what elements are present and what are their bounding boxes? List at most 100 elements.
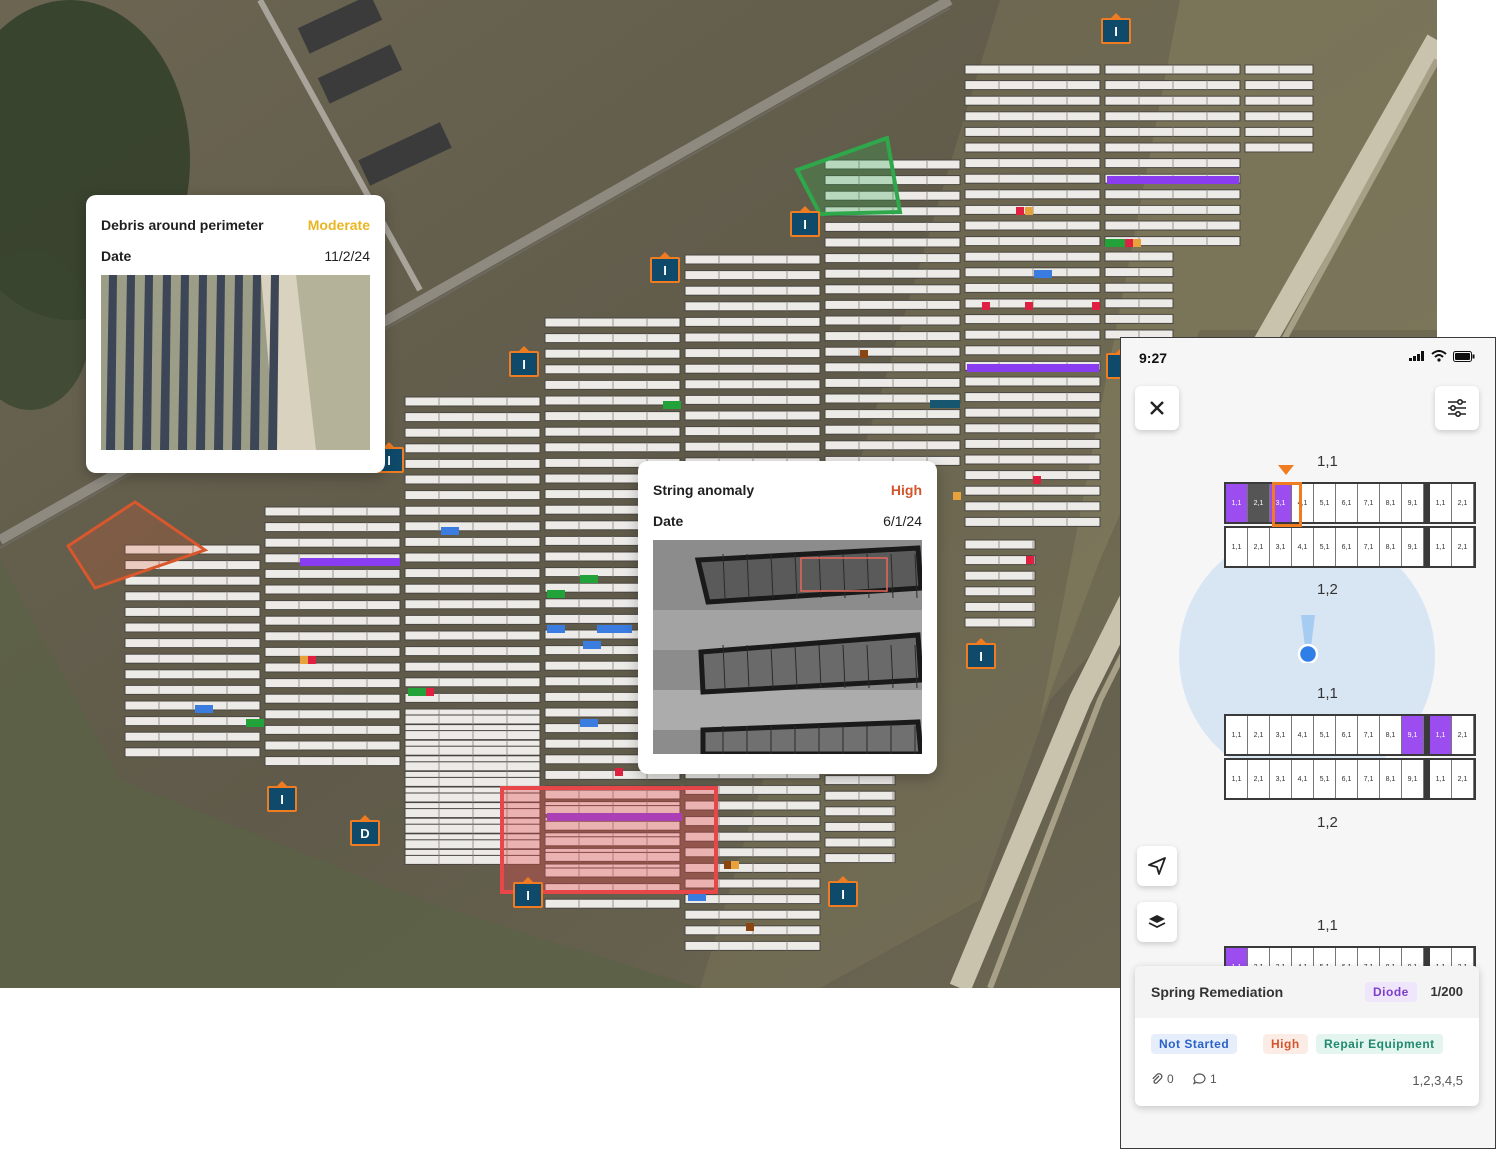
drone-marker[interactable]: D: [350, 815, 380, 846]
defect-marker[interactable]: [1107, 176, 1239, 184]
panel-row[interactable]: 1,12,13,14,15,16,17,18,19,11,12,1: [1224, 714, 1476, 756]
panel-cell[interactable]: 1,1: [1226, 760, 1248, 798]
panel-cell[interactable]: 4,1: [1292, 716, 1314, 754]
task-card[interactable]: Spring Remediation Diode 1/200 Not Start…: [1135, 966, 1479, 1106]
panel-cell[interactable]: 9,1: [1402, 716, 1424, 754]
inspection-marker[interactable]: I: [790, 206, 820, 237]
defect-marker[interactable]: [580, 575, 598, 583]
inspection-marker[interactable]: I: [650, 252, 680, 283]
defect-marker[interactable]: [1033, 476, 1041, 484]
defect-marker[interactable]: [930, 400, 960, 408]
panel-cell[interactable]: 2,1: [1248, 716, 1270, 754]
panel-cell[interactable]: 1,1: [1226, 528, 1248, 566]
defect-marker[interactable]: [615, 768, 623, 776]
defect-marker[interactable]: [688, 893, 706, 901]
type-chip[interactable]: Repair Equipment: [1316, 1034, 1443, 1054]
defect-marker[interactable]: [246, 719, 264, 727]
panel-cell[interactable]: 3,1: [1270, 716, 1292, 754]
defect-marker[interactable]: [547, 625, 565, 633]
filter-button[interactable]: [1435, 386, 1479, 430]
defect-marker[interactable]: [1025, 302, 1033, 310]
locate-button[interactable]: [1137, 846, 1177, 886]
panel-cell[interactable]: 5,1: [1314, 528, 1336, 566]
panel-cell[interactable]: 6,1: [1336, 484, 1358, 522]
panel-cell[interactable]: 1,1: [1226, 484, 1248, 522]
panel-row[interactable]: 1,12,13,14,15,16,17,18,19,11,12,1: [1224, 526, 1476, 568]
defect-marker[interactable]: [967, 364, 1099, 372]
inspection-marker[interactable]: I: [1101, 13, 1131, 44]
defect-marker[interactable]: [583, 641, 601, 649]
panel-cell[interactable]: 2,1: [1452, 484, 1474, 522]
panel-row[interactable]: 1,12,13,14,15,16,17,18,19,11,12,1: [1224, 758, 1476, 800]
panel-cell[interactable]: 4,1: [1292, 760, 1314, 798]
panel-cell[interactable]: 9,1: [1402, 484, 1424, 522]
debris-popup[interactable]: Debris around perimeter Moderate Date 11…: [86, 195, 385, 473]
defect-marker[interactable]: [597, 625, 632, 633]
panel-cell[interactable]: 6,1: [1336, 716, 1358, 754]
defect-marker[interactable]: [300, 558, 400, 566]
defect-marker[interactable]: [441, 527, 459, 535]
panel-cell[interactable]: 7,1: [1358, 716, 1380, 754]
panel-cell[interactable]: 2,1: [1452, 760, 1474, 798]
defect-marker[interactable]: [1025, 207, 1033, 215]
defect-marker[interactable]: [1016, 207, 1024, 215]
thermal-photo[interactable]: [653, 540, 922, 754]
panel-cell[interactable]: 6,1: [1336, 760, 1358, 798]
defect-marker[interactable]: [953, 492, 961, 500]
defect-marker[interactable]: [1092, 302, 1100, 310]
panel-cell[interactable]: 1,1: [1430, 528, 1452, 566]
defect-marker[interactable]: [426, 688, 434, 696]
panel-cell[interactable]: 2,1: [1248, 484, 1270, 522]
panel-cell[interactable]: 7,1: [1358, 760, 1380, 798]
panel-cell[interactable]: 1,1: [1430, 716, 1452, 754]
defect-marker[interactable]: [408, 688, 426, 696]
panel-cell[interactable]: 8,1: [1380, 484, 1402, 522]
inspection-marker[interactable]: I: [509, 346, 539, 377]
panel-cell[interactable]: 1,1: [1226, 716, 1248, 754]
panel-cell[interactable]: 3,1: [1270, 528, 1292, 566]
status-chip[interactable]: Not Started: [1151, 1034, 1238, 1054]
defect-marker[interactable]: [860, 350, 868, 358]
panel-cell[interactable]: 9,1: [1402, 760, 1424, 798]
panel-cell[interactable]: 5,1: [1314, 716, 1336, 754]
panel-cell[interactable]: 2,1: [1248, 528, 1270, 566]
panel-cell[interactable]: 5,1: [1314, 760, 1336, 798]
panel-cell[interactable]: 2,1: [1248, 760, 1270, 798]
defect-marker[interactable]: [195, 705, 213, 713]
inspection-marker[interactable]: I: [828, 876, 858, 907]
panel-cell[interactable]: 1,1: [1430, 760, 1452, 798]
defect-marker[interactable]: [724, 861, 732, 869]
panel-cell[interactable]: 8,1: [1380, 716, 1402, 754]
inspection-marker[interactable]: I: [513, 877, 543, 908]
defect-marker[interactable]: [1026, 556, 1034, 564]
panel-cell[interactable]: 2,1: [1452, 528, 1474, 566]
debris-photo[interactable]: [101, 275, 370, 450]
attachments-count[interactable]: 0: [1151, 1072, 1174, 1086]
red-zone[interactable]: [500, 786, 718, 894]
panel-cell[interactable]: 8,1: [1380, 760, 1402, 798]
defect-marker[interactable]: [1034, 270, 1052, 278]
defect-marker[interactable]: [300, 656, 308, 664]
panel-cell[interactable]: 6,1: [1336, 528, 1358, 566]
defect-marker[interactable]: [746, 923, 754, 931]
panel-cell[interactable]: 3,1: [1270, 760, 1292, 798]
panel-cell[interactable]: 7,1: [1358, 484, 1380, 522]
defect-marker[interactable]: [580, 719, 598, 727]
panel-row[interactable]: 1,12,13,14,15,16,17,18,19,11,12,1: [1224, 482, 1476, 524]
defect-marker[interactable]: [982, 302, 990, 310]
defect-marker[interactable]: [547, 590, 565, 598]
panel-cell[interactable]: 2,1: [1452, 716, 1474, 754]
panel-cell[interactable]: 7,1: [1358, 528, 1380, 566]
inspection-marker[interactable]: I: [267, 781, 297, 812]
priority-chip[interactable]: High: [1263, 1034, 1308, 1054]
panel-cell[interactable]: 4,1: [1292, 528, 1314, 566]
defect-marker[interactable]: [1105, 239, 1125, 247]
defect-marker[interactable]: [1125, 239, 1133, 247]
panel-cell[interactable]: 5,1: [1314, 484, 1336, 522]
defect-marker[interactable]: [308, 656, 316, 664]
layers-button[interactable]: [1137, 902, 1177, 942]
panel-cell[interactable]: 1,1: [1430, 484, 1452, 522]
defect-marker[interactable]: [731, 861, 739, 869]
defect-marker[interactable]: [663, 401, 681, 409]
string-anomaly-popup[interactable]: String anomaly High Date 6/1/24: [638, 461, 937, 774]
